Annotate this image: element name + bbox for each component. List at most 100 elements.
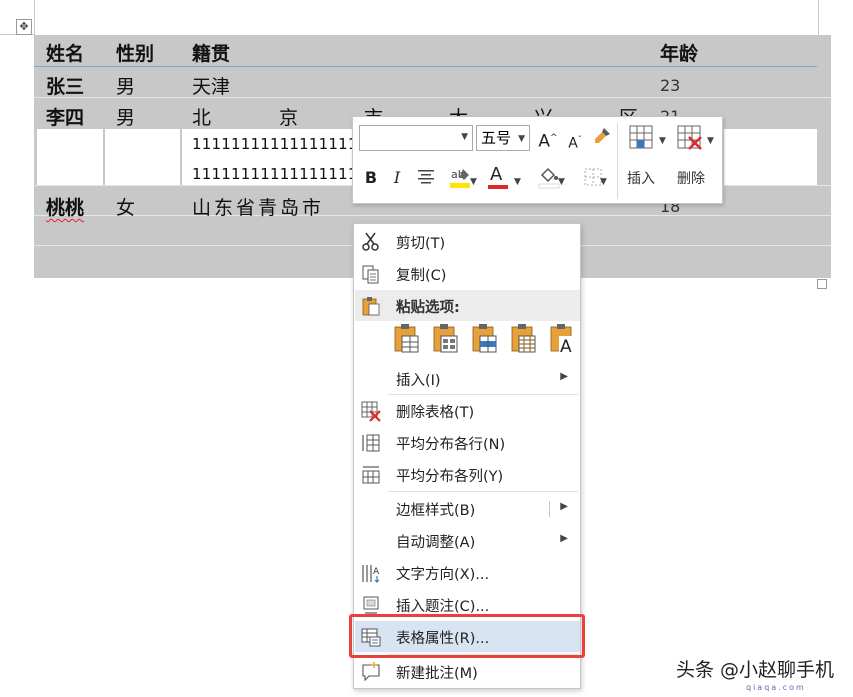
menu-item-label: 粘贴选项:: [396, 300, 460, 316]
insert-table-button[interactable]: ▼ 插入: [625, 123, 669, 197]
shrink-font-icon: A: [568, 135, 578, 152]
unselected-cell[interactable]: [37, 129, 103, 185]
submenu-arrow-icon: ▶: [560, 371, 568, 382]
header-age: 年龄: [660, 43, 699, 65]
toolbar-separator: [617, 123, 618, 199]
paste-nested-table-button[interactable]: [470, 323, 500, 355]
chevron-down-icon: ▼: [518, 134, 525, 144]
cell-origin: 天津: [192, 76, 231, 98]
center-align-button[interactable]: [415, 168, 437, 189]
table-header-border: [34, 66, 817, 67]
borders-button[interactable]: ▼: [575, 167, 611, 192]
menu-item-copy[interactable]: 复制(C): [355, 258, 580, 289]
shrink-font-button[interactable]: Aˇ: [565, 130, 585, 154]
menu-item-label: 剪切(T): [396, 236, 446, 252]
menu-item-label: 边框样式(B): [396, 503, 476, 519]
submenu-split-divider: [549, 501, 550, 517]
copy-icon: [362, 265, 379, 284]
paste-insert-rows-button[interactable]: [509, 323, 539, 355]
paste-keep-source-icon: [394, 324, 419, 353]
menu-item-label: 自动调整(A): [396, 535, 476, 551]
grow-font-button[interactable]: A^: [537, 128, 559, 152]
center-align-icon: [418, 170, 434, 184]
insert-label: 插入: [627, 171, 655, 187]
table-resize-handle[interactable]: [817, 279, 827, 289]
menu-item-cut[interactable]: 剪切(T): [355, 226, 580, 257]
cell-name: 李四: [46, 107, 85, 129]
menu-item-label: 文字方向(X)...: [396, 567, 490, 583]
cell-gender: 男: [116, 76, 136, 98]
margin-corner-right: [818, 0, 819, 36]
font-size-dropdown[interactable]: 五号 ▼: [476, 125, 530, 151]
table-row-divider: [34, 215, 831, 216]
mini-toolbar: ▼ 五号 ▼ A^ Aˇ B I ab ▼ A ▼ ▼ ▼ ▼ 插入 ▼ 删除: [352, 116, 723, 204]
menu-item-insert[interactable]: 插入(I) ▶: [355, 363, 580, 394]
chevron-down-icon: ▼: [558, 177, 565, 187]
menu-header-paste-options: 粘贴选项:: [355, 290, 580, 321]
unselected-cell[interactable]: [724, 129, 817, 185]
document-page: ✥ 姓名 性别 籍贯 年龄 张三 男 天津 23 李四 男 北 京 市 大 兴 …: [0, 0, 853, 697]
menu-item-autofit[interactable]: 自动调整(A) ▶: [355, 525, 580, 556]
menu-item-label: 插入题注(C)...: [396, 599, 490, 615]
italic-button[interactable]: I: [389, 168, 405, 188]
paste-icon: [362, 297, 380, 316]
new-comment-icon: [362, 662, 380, 682]
paste-keep-source-button[interactable]: [392, 323, 422, 355]
menu-item-distribute-rows[interactable]: 平均分布各行(N): [355, 427, 580, 458]
header-origin: 籍贯: [192, 43, 231, 65]
chevron-down-icon: ▼: [470, 177, 477, 187]
font-color-icon: A: [490, 164, 503, 185]
paste-merge-format-button[interactable]: [431, 323, 461, 355]
unselected-cell[interactable]: [105, 129, 180, 185]
font-size-value: 五号: [481, 129, 512, 147]
insert-table-icon: [629, 125, 653, 149]
svg-text:A: A: [560, 337, 572, 355]
paste-insert-rows-icon: [511, 324, 536, 353]
chevron-down-icon: ▼: [461, 132, 468, 142]
cell-name: 桃桃: [46, 197, 85, 219]
menu-item-label: 复制(C): [396, 268, 447, 284]
menu-item-label: 平均分布各行(N): [396, 437, 506, 453]
cell-gender: 女: [116, 197, 136, 219]
paste-text-only-button[interactable]: A: [548, 323, 578, 357]
cell-gender: 男: [116, 107, 136, 129]
delete-table-icon: [677, 125, 702, 150]
menu-item-delete-table[interactable]: 删除表格(T): [355, 395, 580, 426]
menu-item-label: 新建批注(M): [396, 666, 478, 682]
text-direction-icon: A: [362, 565, 380, 583]
scissors-icon: [362, 232, 379, 251]
menu-item-border-styles[interactable]: 边框样式(B) ▶: [355, 493, 580, 524]
submenu-arrow-icon: ▶: [560, 501, 568, 512]
watermark-text: 头条 @小赵聊手机: [676, 659, 835, 681]
menu-item-text-direction[interactable]: A 文字方向(X)...: [355, 557, 580, 588]
origin-char: 北: [192, 107, 212, 129]
origin-char: 京: [279, 107, 299, 129]
menu-item-label: 插入(I): [396, 373, 441, 389]
highlight-color-button[interactable]: ab ▼: [443, 165, 479, 194]
menu-separator: [388, 491, 578, 492]
distribute-columns-icon: [362, 466, 380, 484]
margin-corner-vertical: [34, 0, 35, 36]
paste-nested-table-icon: [472, 324, 497, 353]
format-painter-button[interactable]: [591, 126, 613, 151]
header-gender: 性别: [116, 43, 155, 65]
table-move-handle[interactable]: ✥: [16, 19, 32, 35]
menu-item-distribute-columns[interactable]: 平均分布各列(Y): [355, 459, 580, 490]
delete-table-button[interactable]: ▼ 删除: [673, 123, 717, 197]
chevron-down-icon: ▼: [707, 136, 714, 146]
distribute-rows-icon: [362, 434, 380, 452]
font-name-dropdown[interactable]: ▼: [359, 125, 473, 151]
svg-text:A: A: [373, 567, 380, 577]
cell-origin: 山东省青岛市: [192, 197, 325, 219]
delete-table-icon: [361, 401, 381, 422]
grow-font-icon: A: [538, 131, 551, 152]
menu-item-new-comment[interactable]: 新建批注(M): [355, 656, 580, 687]
submenu-arrow-icon: ▶: [560, 533, 568, 544]
shading-button[interactable]: ▼: [531, 165, 567, 194]
paste-merge-format-icon: [433, 324, 458, 353]
bold-button[interactable]: B: [361, 168, 381, 188]
cell-digits-line: 11111111111111111: [192, 165, 358, 183]
chevron-down-icon: ▼: [600, 177, 607, 187]
header-name: 姓名: [46, 43, 85, 65]
watermark-url: qiaqa.com: [746, 683, 806, 692]
